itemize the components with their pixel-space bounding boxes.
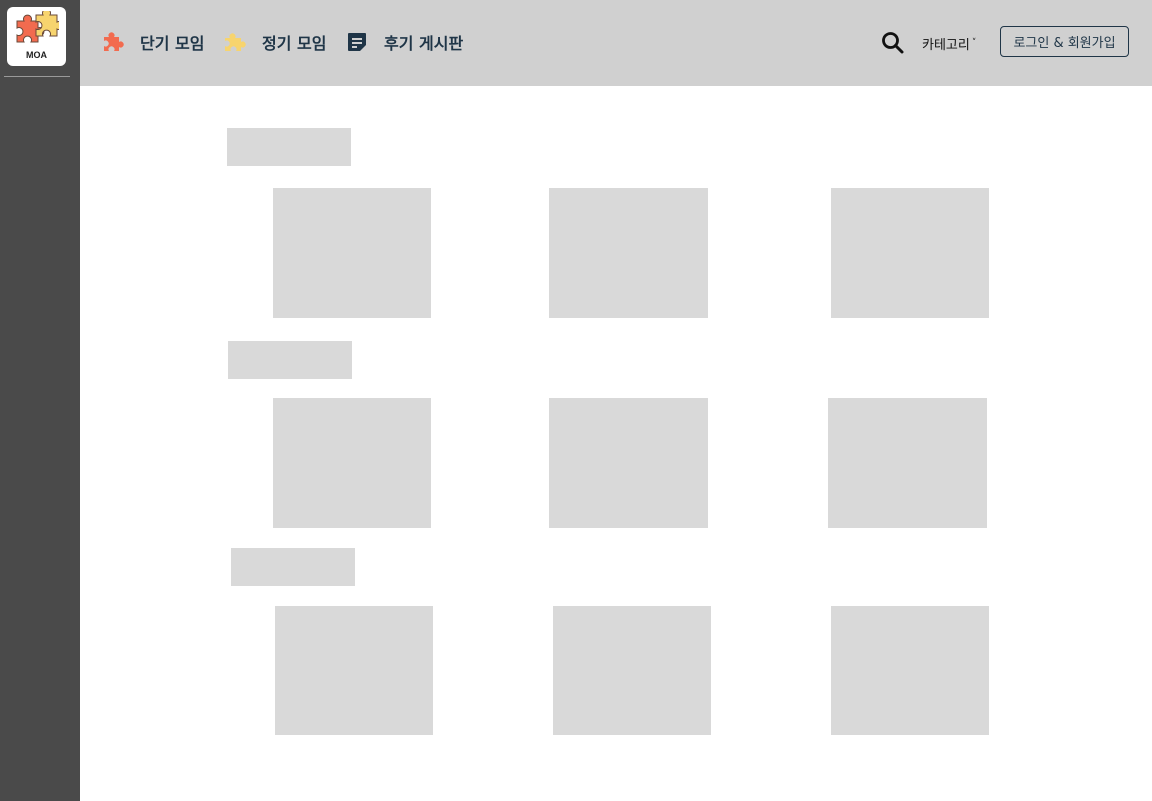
category-label: 카테고리 [922,37,970,53]
card-placeholder[interactable] [831,606,989,735]
search-button[interactable] [880,30,906,56]
section-title-placeholder [231,548,355,586]
login-signup-button[interactable]: 로그인 & 회원가입 [1000,26,1129,57]
sidebar-divider [4,76,70,77]
chevron-down-icon: ˅ [971,38,977,48]
nav-review-board[interactable]: 후기 게시판 [344,29,463,55]
moa-logo[interactable]: MOA [7,7,66,66]
nav-short-meetup[interactable]: 단기 모임 [100,29,204,55]
nav-regular-meetup[interactable]: 정기 모임 [222,29,326,55]
section-title-placeholder [227,128,351,166]
section-title-placeholder [228,341,352,379]
card-placeholder[interactable] [273,398,431,528]
header: 단기 모임 정기 모임 후기 게시판 카테고리 ˅ 로그인 & 회원가입 [80,0,1152,86]
puzzle-orange-icon [100,29,126,55]
puzzle-logo-icon [16,11,59,43]
search-icon [882,32,904,54]
nav-label: 정기 모임 [262,34,327,53]
sidebar: MOA [0,0,80,801]
puzzle-yellow-icon [222,29,248,55]
category-dropdown[interactable]: 카테고리 ˅ [922,33,976,53]
card-placeholder[interactable] [831,188,989,318]
card-placeholder[interactable] [275,606,433,735]
card-placeholder[interactable] [828,398,987,528]
card-placeholder[interactable] [273,188,431,318]
logo-text: MOA [26,50,47,60]
card-placeholder[interactable] [553,606,711,735]
nav-label: 후기 게시판 [384,34,464,53]
card-placeholder[interactable] [549,398,708,528]
note-icon [344,29,370,55]
card-placeholder[interactable] [549,188,708,318]
nav-label: 단기 모임 [140,34,205,53]
